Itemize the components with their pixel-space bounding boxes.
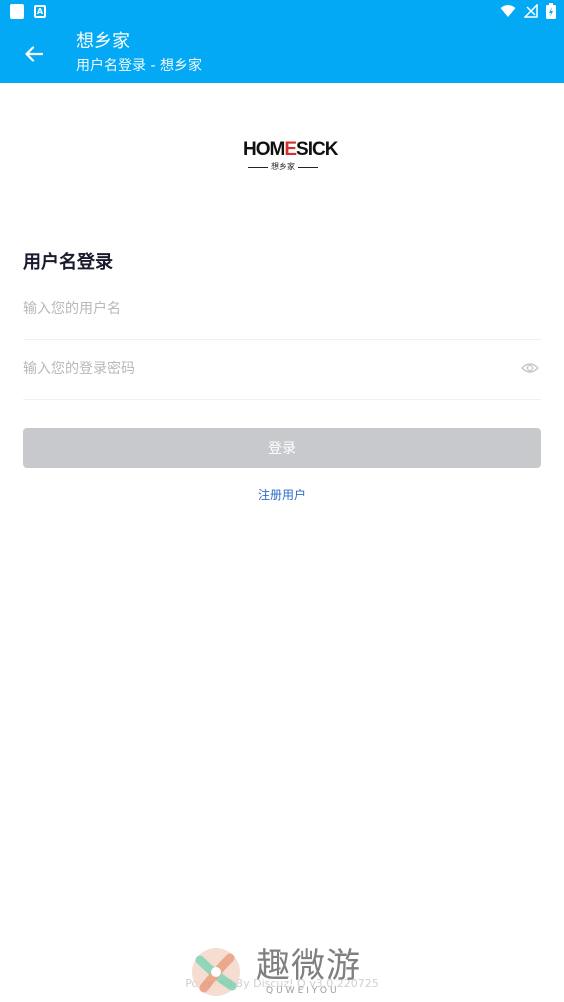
logo-wordmark: HOMESICK <box>243 139 338 160</box>
homesick-logo: HOMESICK 想乡家 <box>243 139 338 174</box>
username-field <box>23 280 541 340</box>
app-bar: 想乡家 用户名登录 - 想乡家 <box>0 24 564 83</box>
register-link[interactable]: 注册用户 <box>0 486 564 503</box>
back-button[interactable] <box>18 38 50 70</box>
battery-icon <box>546 3 556 19</box>
eye-icon[interactable] <box>521 361 539 375</box>
wifi-icon <box>500 5 516 17</box>
watermark-subtext: QUWEIYOU <box>266 986 340 996</box>
username-input[interactable] <box>23 280 503 338</box>
logo-subtitle: 想乡家 <box>243 162 323 172</box>
notification-icon <box>10 4 24 19</box>
password-field <box>23 340 541 400</box>
form-heading: 用户名登录 <box>23 252 113 273</box>
signal-icon <box>524 4 538 18</box>
watermark-logo-icon <box>192 948 240 996</box>
arrow-left-icon <box>25 46 43 62</box>
app-subtitle: 用户名登录 - 想乡家 <box>76 58 202 74</box>
app-notification-icon: A <box>34 5 46 18</box>
password-input[interactable] <box>23 340 503 398</box>
app-title: 想乡家 <box>76 31 130 52</box>
status-bar-right <box>500 3 556 19</box>
watermark-text: 趣微游 <box>256 946 361 986</box>
login-button[interactable]: 登录 <box>23 428 541 468</box>
status-bar: A <box>0 0 564 24</box>
watermark: 趣微游 QUWEIYOU <box>188 944 388 1000</box>
status-bar-left: A <box>10 4 46 19</box>
